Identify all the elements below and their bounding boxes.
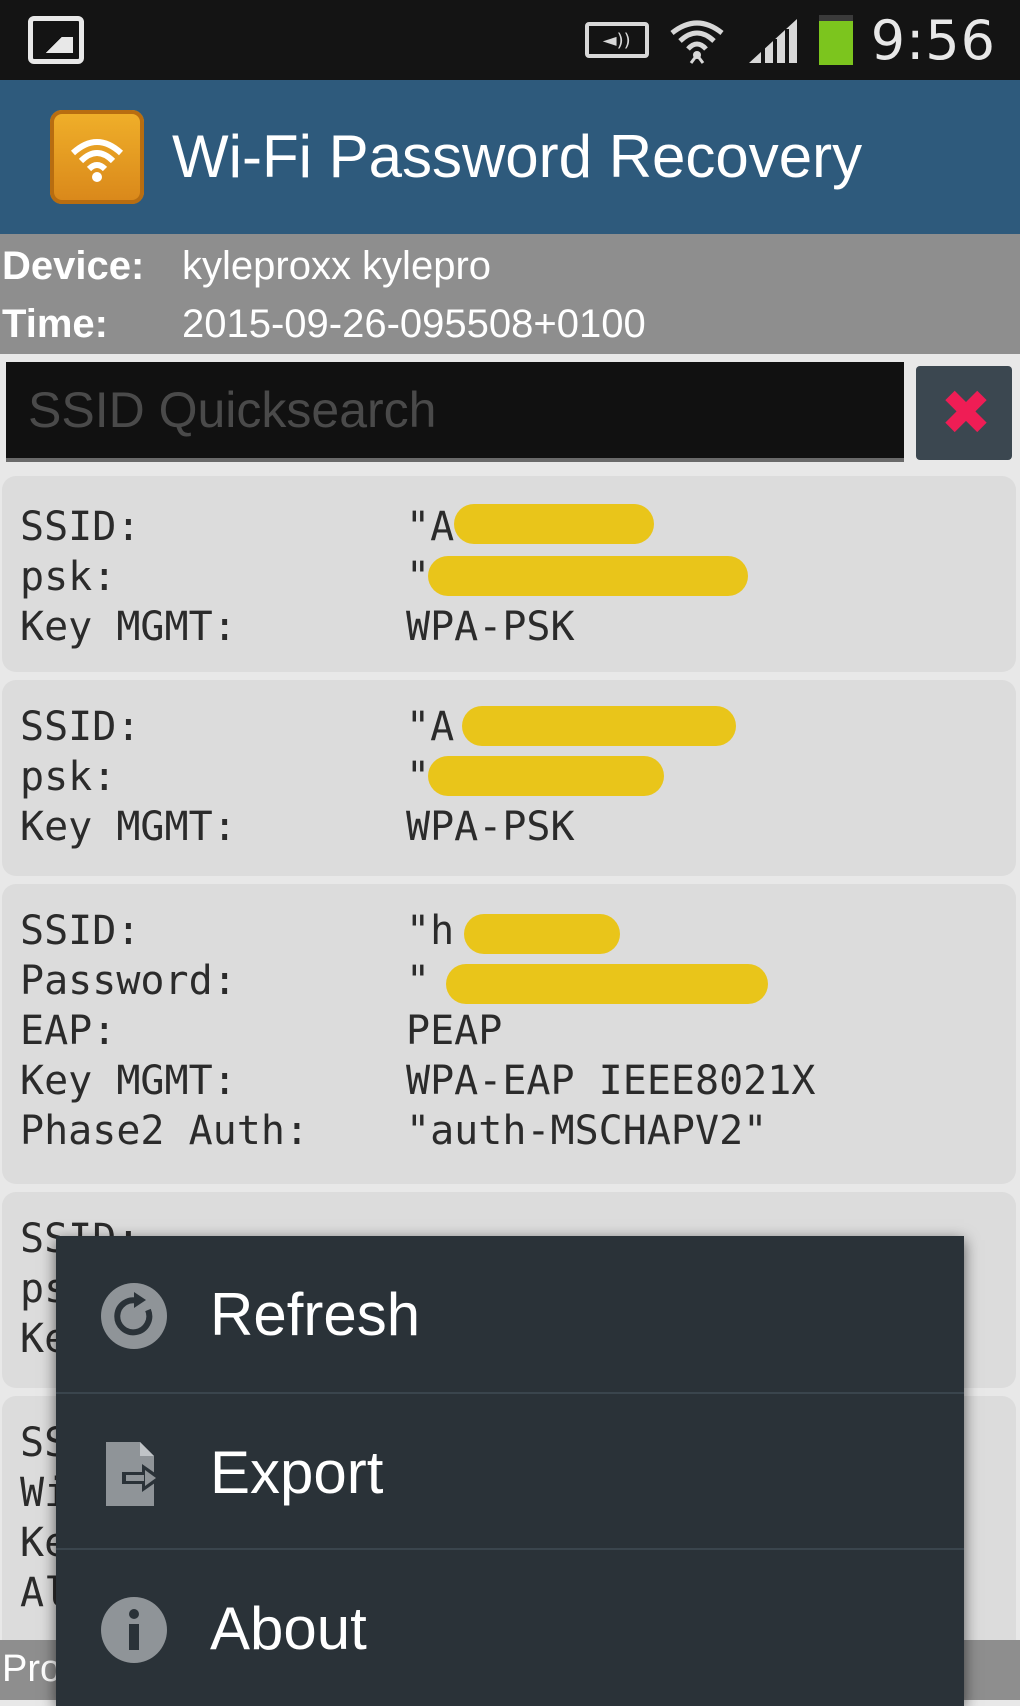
device-row: Device: kyleproxx kylepro xyxy=(0,238,491,294)
menu-label-refresh: Refresh xyxy=(210,1281,421,1348)
time-label: Time: xyxy=(2,301,108,346)
redaction-mark xyxy=(428,556,748,596)
card-row: SSID: "h xyxy=(20,908,455,954)
redaction-mark xyxy=(462,706,736,746)
gallery-notification-icon xyxy=(28,16,84,64)
network-card[interactable]: SSID: "A psk: " Key MGMT: WPA-PSK xyxy=(2,476,1016,672)
network-card[interactable]: SSID: "A psk: " Key MGMT: WPA-PSK xyxy=(2,680,1016,876)
device-value: kyleproxx kylepro xyxy=(182,243,492,288)
time-value: 2015-09-26-095508+0100 xyxy=(182,301,646,346)
status-time: 9:56 xyxy=(870,8,996,72)
card-row: EAP: PEAP xyxy=(20,1008,503,1054)
app-wifi-icon[interactable] xyxy=(50,110,144,204)
info-icon xyxy=(101,1597,167,1663)
redaction-mark xyxy=(428,756,664,796)
device-info-panel: Device: kyleproxx kylepro Time: 2015-09-… xyxy=(0,234,1020,354)
card-row: SSID: "A xyxy=(20,704,455,750)
close-icon: ✖ xyxy=(940,376,992,449)
mute-icon: ◄)) xyxy=(584,22,649,58)
card-row: Key MGMT: WPA-PSK xyxy=(20,604,575,650)
battery-icon xyxy=(818,15,853,65)
refresh-icon xyxy=(101,1283,167,1349)
card-row: psk: " xyxy=(20,554,431,600)
card-row: Password: " xyxy=(20,958,431,1004)
clear-search-button[interactable]: ✖ xyxy=(916,366,1012,460)
card-row: psk: " xyxy=(20,754,431,800)
app-title: Wi-Fi Password Recovery xyxy=(172,123,863,190)
card-row: Key MGMT: WPA-EAP IEEE8021X xyxy=(20,1058,816,1104)
redaction-mark xyxy=(446,964,768,1004)
status-icons: ◄)) 9:56 xyxy=(584,8,996,72)
signal-icon xyxy=(748,19,797,63)
time-row: Time: 2015-09-26-095508+0100 xyxy=(0,296,646,352)
card-row: SSID: "A xyxy=(20,504,455,550)
menu-item-about[interactable]: About xyxy=(56,1548,964,1704)
overflow-menu: Refresh Export About xyxy=(56,1236,964,1706)
ssid-search-input[interactable] xyxy=(6,362,904,462)
status-bar: ◄)) 9:56 xyxy=(0,0,1020,80)
wifi-icon xyxy=(670,20,724,64)
device-label: Device: xyxy=(2,243,145,288)
card-row: Key MGMT: WPA-PSK xyxy=(20,804,575,850)
card-row: Phase2 Auth: "auth-MSCHAPV2" xyxy=(20,1108,768,1154)
redaction-mark xyxy=(464,914,620,954)
menu-item-export[interactable]: Export xyxy=(56,1392,964,1548)
bottom-bar-text: Pro xyxy=(2,1648,62,1690)
menu-label-export: Export xyxy=(210,1439,384,1506)
menu-label-about: About xyxy=(210,1595,367,1662)
action-bar: Wi-Fi Password Recovery xyxy=(0,80,1020,234)
search-bar: ✖ xyxy=(0,354,1020,470)
redaction-mark xyxy=(454,504,654,544)
export-icon xyxy=(106,1442,162,1506)
menu-item-refresh[interactable]: Refresh xyxy=(56,1236,964,1390)
network-card[interactable]: SSID: "h Password: " EAP: PEAP Key MGMT: WPA… xyxy=(2,884,1016,1184)
